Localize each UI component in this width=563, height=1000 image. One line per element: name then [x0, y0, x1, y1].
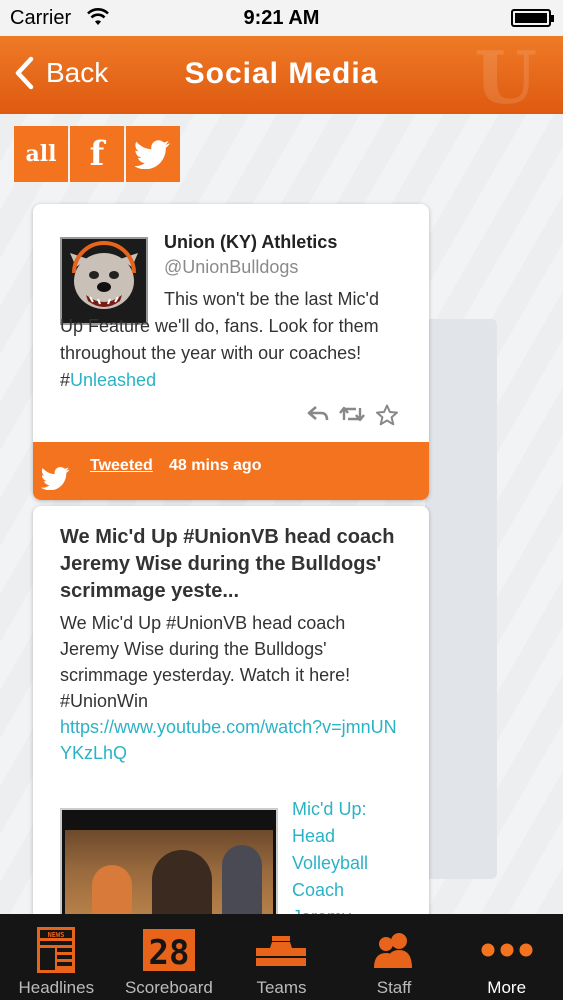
filter-bar: all f: [14, 126, 182, 182]
nav-bar: Back Social Media U: [0, 36, 563, 114]
tweet-text: This won't be the last Mic'd Up Feature …: [60, 286, 405, 394]
reply-icon: [307, 406, 329, 421]
retweet-icon: [339, 406, 365, 422]
post-headline: We Mic'd Up #UnionVB head coach Jeremy W…: [60, 526, 395, 602]
filter-all-button[interactable]: all: [14, 126, 68, 182]
star-icon: [376, 404, 398, 426]
union-logo: U: [474, 36, 537, 114]
status-bar: Carrier 9:21 AM: [0, 0, 563, 36]
post-link[interactable]: https://www.youtube.com/watch?v=jmnUNYKz…: [60, 717, 397, 763]
scoreboard-icon: 28: [142, 929, 195, 972]
news-icon: NEWS: [37, 927, 76, 973]
tweet-footer: Tweeted 48 mins ago: [33, 442, 429, 500]
battery-icon: [511, 9, 554, 27]
tweet-timestamp: 48 mins ago: [169, 457, 262, 474]
favorite-button[interactable]: [375, 404, 399, 426]
svg-text:28: 28: [148, 933, 189, 972]
tweet-author-handle: @UnionBulldogs: [164, 257, 299, 277]
people-icon: [374, 933, 413, 968]
video-thumbnail[interactable]: [60, 808, 278, 914]
post-body: We Mic'd Up #UnionVB head coach Jeremy W…: [60, 610, 405, 766]
facebook-icon: f: [89, 134, 105, 174]
tweet-card[interactable]: Union (KY) Athletics @UnionBulldogs This…: [33, 204, 429, 500]
filter-twitter-button[interactable]: [126, 126, 180, 182]
tab-more[interactable]: More: [450, 914, 563, 1000]
clock: 9:21 AM: [243, 7, 320, 29]
video-title-link[interactable]: Mic'd Up: Head Volleyball Coach Jeremy: [292, 796, 402, 914]
more-dots-icon: [481, 943, 533, 957]
post-text: We Mic'd Up #UnionVB head coach Jeremy W…: [60, 613, 351, 711]
background-decoration: [425, 319, 497, 879]
twitter-icon: [135, 140, 170, 169]
tab-scoreboard-label: Scoreboard: [124, 978, 213, 997]
tweeted-link[interactable]: Tweeted: [90, 457, 153, 475]
tab-scoreboard[interactable]: 28 Scoreboard: [113, 914, 226, 1000]
tweet-hashtag[interactable]: Unleashed: [70, 370, 156, 390]
tab-teams-label: Teams: [256, 978, 307, 997]
tab-teams[interactable]: Teams: [225, 914, 338, 1000]
tab-staff-label: Staff: [376, 978, 412, 997]
tab-bar: NEWS Headlines 28 Scoreboard Teams Staff…: [0, 914, 563, 1000]
tab-more-label: More: [487, 978, 527, 997]
reply-button[interactable]: [307, 404, 329, 426]
tab-headlines-label: Headlines: [18, 978, 95, 997]
tab-staff[interactable]: Staff: [338, 914, 451, 1000]
svg-text:NEWS: NEWS: [48, 931, 65, 939]
retweet-button[interactable]: [339, 404, 365, 426]
podium-icon: [256, 936, 307, 966]
twitter-bird-icon: [41, 466, 70, 490]
filter-facebook-button[interactable]: f: [70, 126, 124, 182]
tweet-actions: [307, 404, 399, 426]
facebook-post-card[interactable]: We Mic'd Up #UnionVB head coach Jeremy W…: [33, 506, 429, 914]
tweet-author-name: Union (KY) Athletics: [164, 232, 338, 252]
feed-area[interactable]: all f Union (KY) Athletics @UnionBulldog…: [0, 114, 563, 914]
tab-headlines[interactable]: NEWS Headlines: [0, 914, 113, 1000]
